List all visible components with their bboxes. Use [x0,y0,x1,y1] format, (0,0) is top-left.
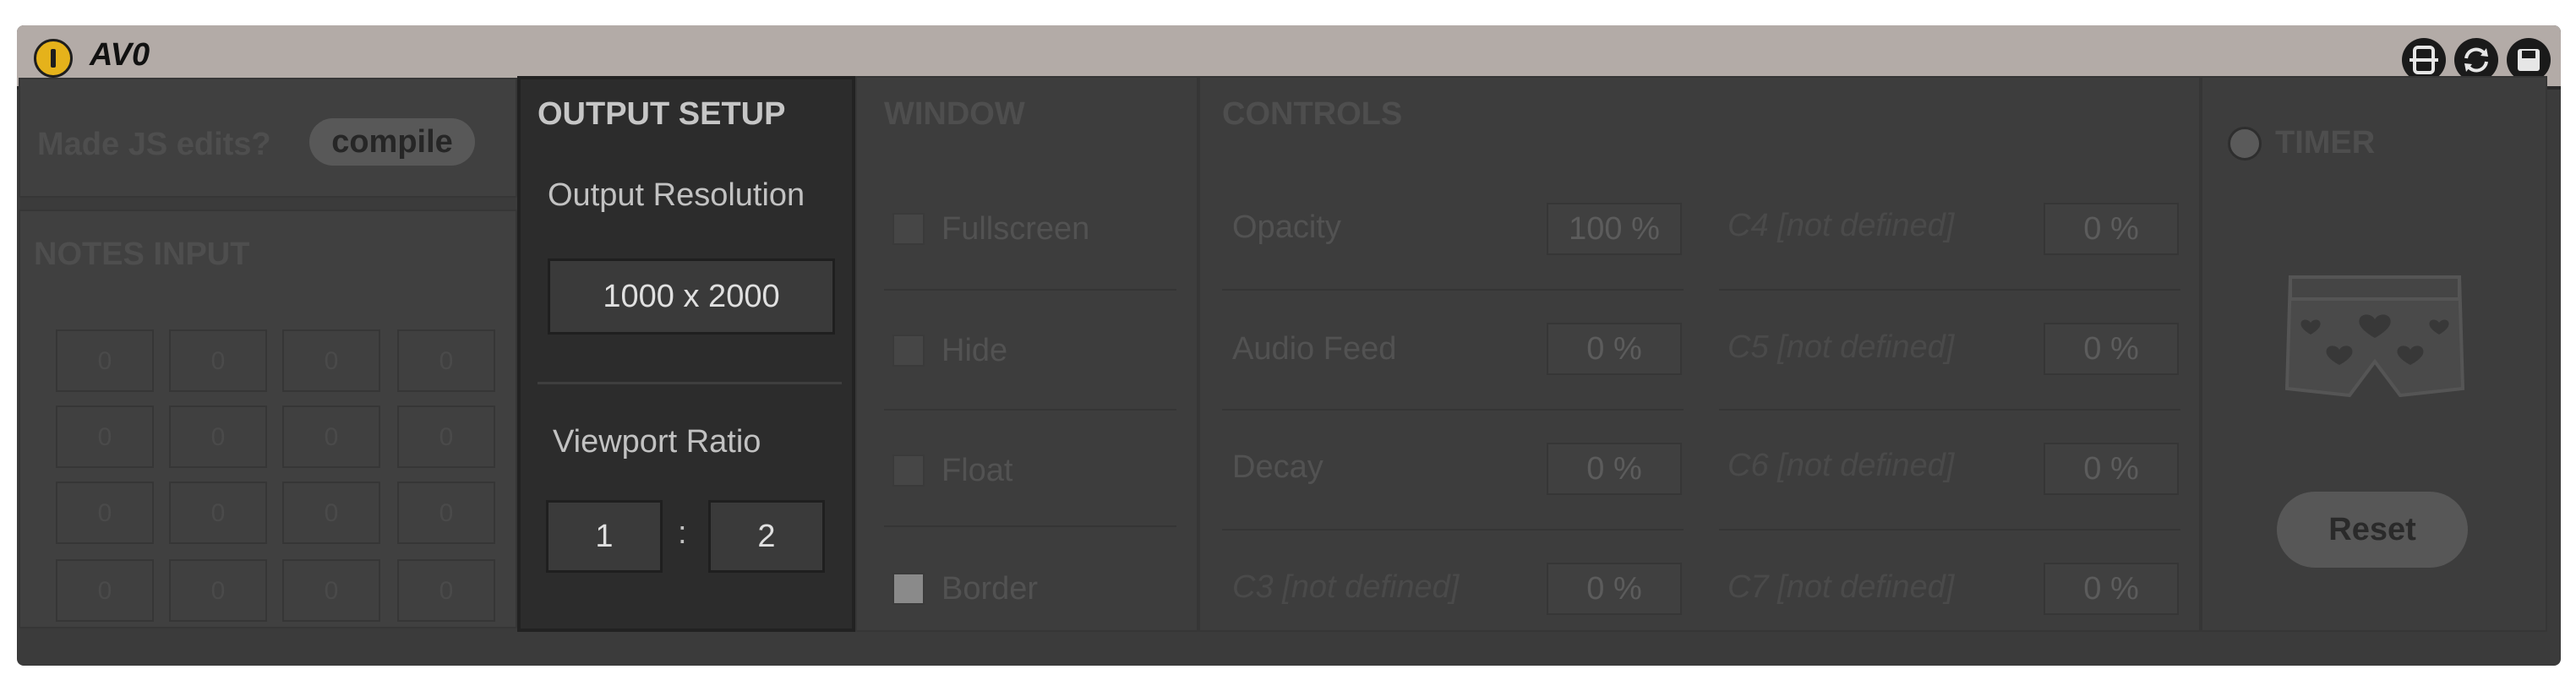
note-cell[interactable]: 0 [56,329,154,392]
compile-button[interactable]: compile [309,118,475,166]
control-opacity-value[interactable]: 100 % [1547,203,1682,255]
viewport-ratio-label: Viewport Ratio [553,424,761,460]
output-divider [538,382,842,384]
note-cell[interactable]: 0 [397,559,495,622]
control-c7-label: C7 [not defined] [1727,569,1955,605]
fullscreen-checkbox[interactable] [892,213,925,245]
hide-checkbox[interactable] [892,335,925,367]
note-cell[interactable]: 0 [169,482,267,544]
note-cell[interactable]: 0 [397,482,495,544]
float-checkbox[interactable] [892,454,925,487]
output-resolution-field[interactable]: 1000 x 2000 [548,258,835,335]
viewport-ratio-colon: : [678,515,687,551]
controls-divider [1222,409,1684,411]
control-c3-label: C3 [not defined] [1232,569,1460,605]
control-c7-value[interactable]: 0 % [2044,563,2179,615]
note-cell[interactable]: 0 [169,559,267,622]
fullscreen-label: Fullscreen [941,211,1090,247]
note-cell[interactable]: 0 [56,559,154,622]
control-c3-value[interactable]: 0 % [1547,563,1682,615]
controls-title: CONTROLS [1222,96,1403,132]
control-c6-label: C6 [not defined] [1727,448,1955,483]
note-cell[interactable]: 0 [282,482,380,544]
window-divider [884,289,1176,291]
js-edits-prompt: Made JS edits? [37,127,271,162]
controls-divider [1719,529,2180,530]
note-cell[interactable]: 0 [56,482,154,544]
control-opacity-label: Opacity [1232,209,1341,245]
control-decay-value[interactable]: 0 % [1547,443,1682,495]
output-resolution-label: Output Resolution [548,177,805,213]
control-c5-label: C5 [not defined] [1727,329,1955,365]
window-divider [884,525,1176,527]
control-c5-value[interactable]: 0 % [2044,323,2179,375]
notes-input-title: NOTES INPUT [34,237,250,272]
control-c4-label: C4 [not defined] [1727,208,1955,243]
boxer-shorts-icon [2273,262,2476,418]
reset-button[interactable]: Reset [2277,492,2468,568]
controls-divider [1222,529,1684,530]
note-cell[interactable]: 0 [282,329,380,392]
window-divider [884,409,1176,411]
controls-divider [1222,289,1684,291]
note-cell[interactable]: 0 [169,329,267,392]
note-cell[interactable]: 0 [169,405,267,468]
hide-label: Hide [941,333,1008,368]
note-cell[interactable]: 0 [282,559,380,622]
note-cell[interactable]: 0 [56,405,154,468]
border-checkbox[interactable] [892,573,925,605]
timer-label: TIMER [2275,125,2376,161]
control-audio-feed-label: Audio Feed [1232,331,1397,367]
control-decay-label: Decay [1232,449,1323,485]
viewport-ratio-right-field[interactable]: 2 [708,500,825,573]
controls-divider [1719,409,2180,411]
control-audio-feed-value[interactable]: 0 % [1547,323,1682,375]
note-cell[interactable]: 0 [282,405,380,468]
control-c6-value[interactable]: 0 % [2044,443,2179,495]
border-label: Border [941,571,1039,607]
viewport-ratio-left-field[interactable]: 1 [546,500,663,573]
float-label: Float [941,453,1013,488]
note-cell[interactable]: 0 [397,329,495,392]
timer-toggle[interactable] [2228,127,2262,161]
controls-divider [1719,289,2180,291]
output-setup-title: OUTPUT SETUP [538,96,786,132]
window-title: WINDOW [884,96,1025,132]
note-cell[interactable]: 0 [397,405,495,468]
device-title: AV0 [90,37,150,73]
power-toggle-icon[interactable] [34,39,73,78]
control-c4-value[interactable]: 0 % [2044,203,2179,255]
